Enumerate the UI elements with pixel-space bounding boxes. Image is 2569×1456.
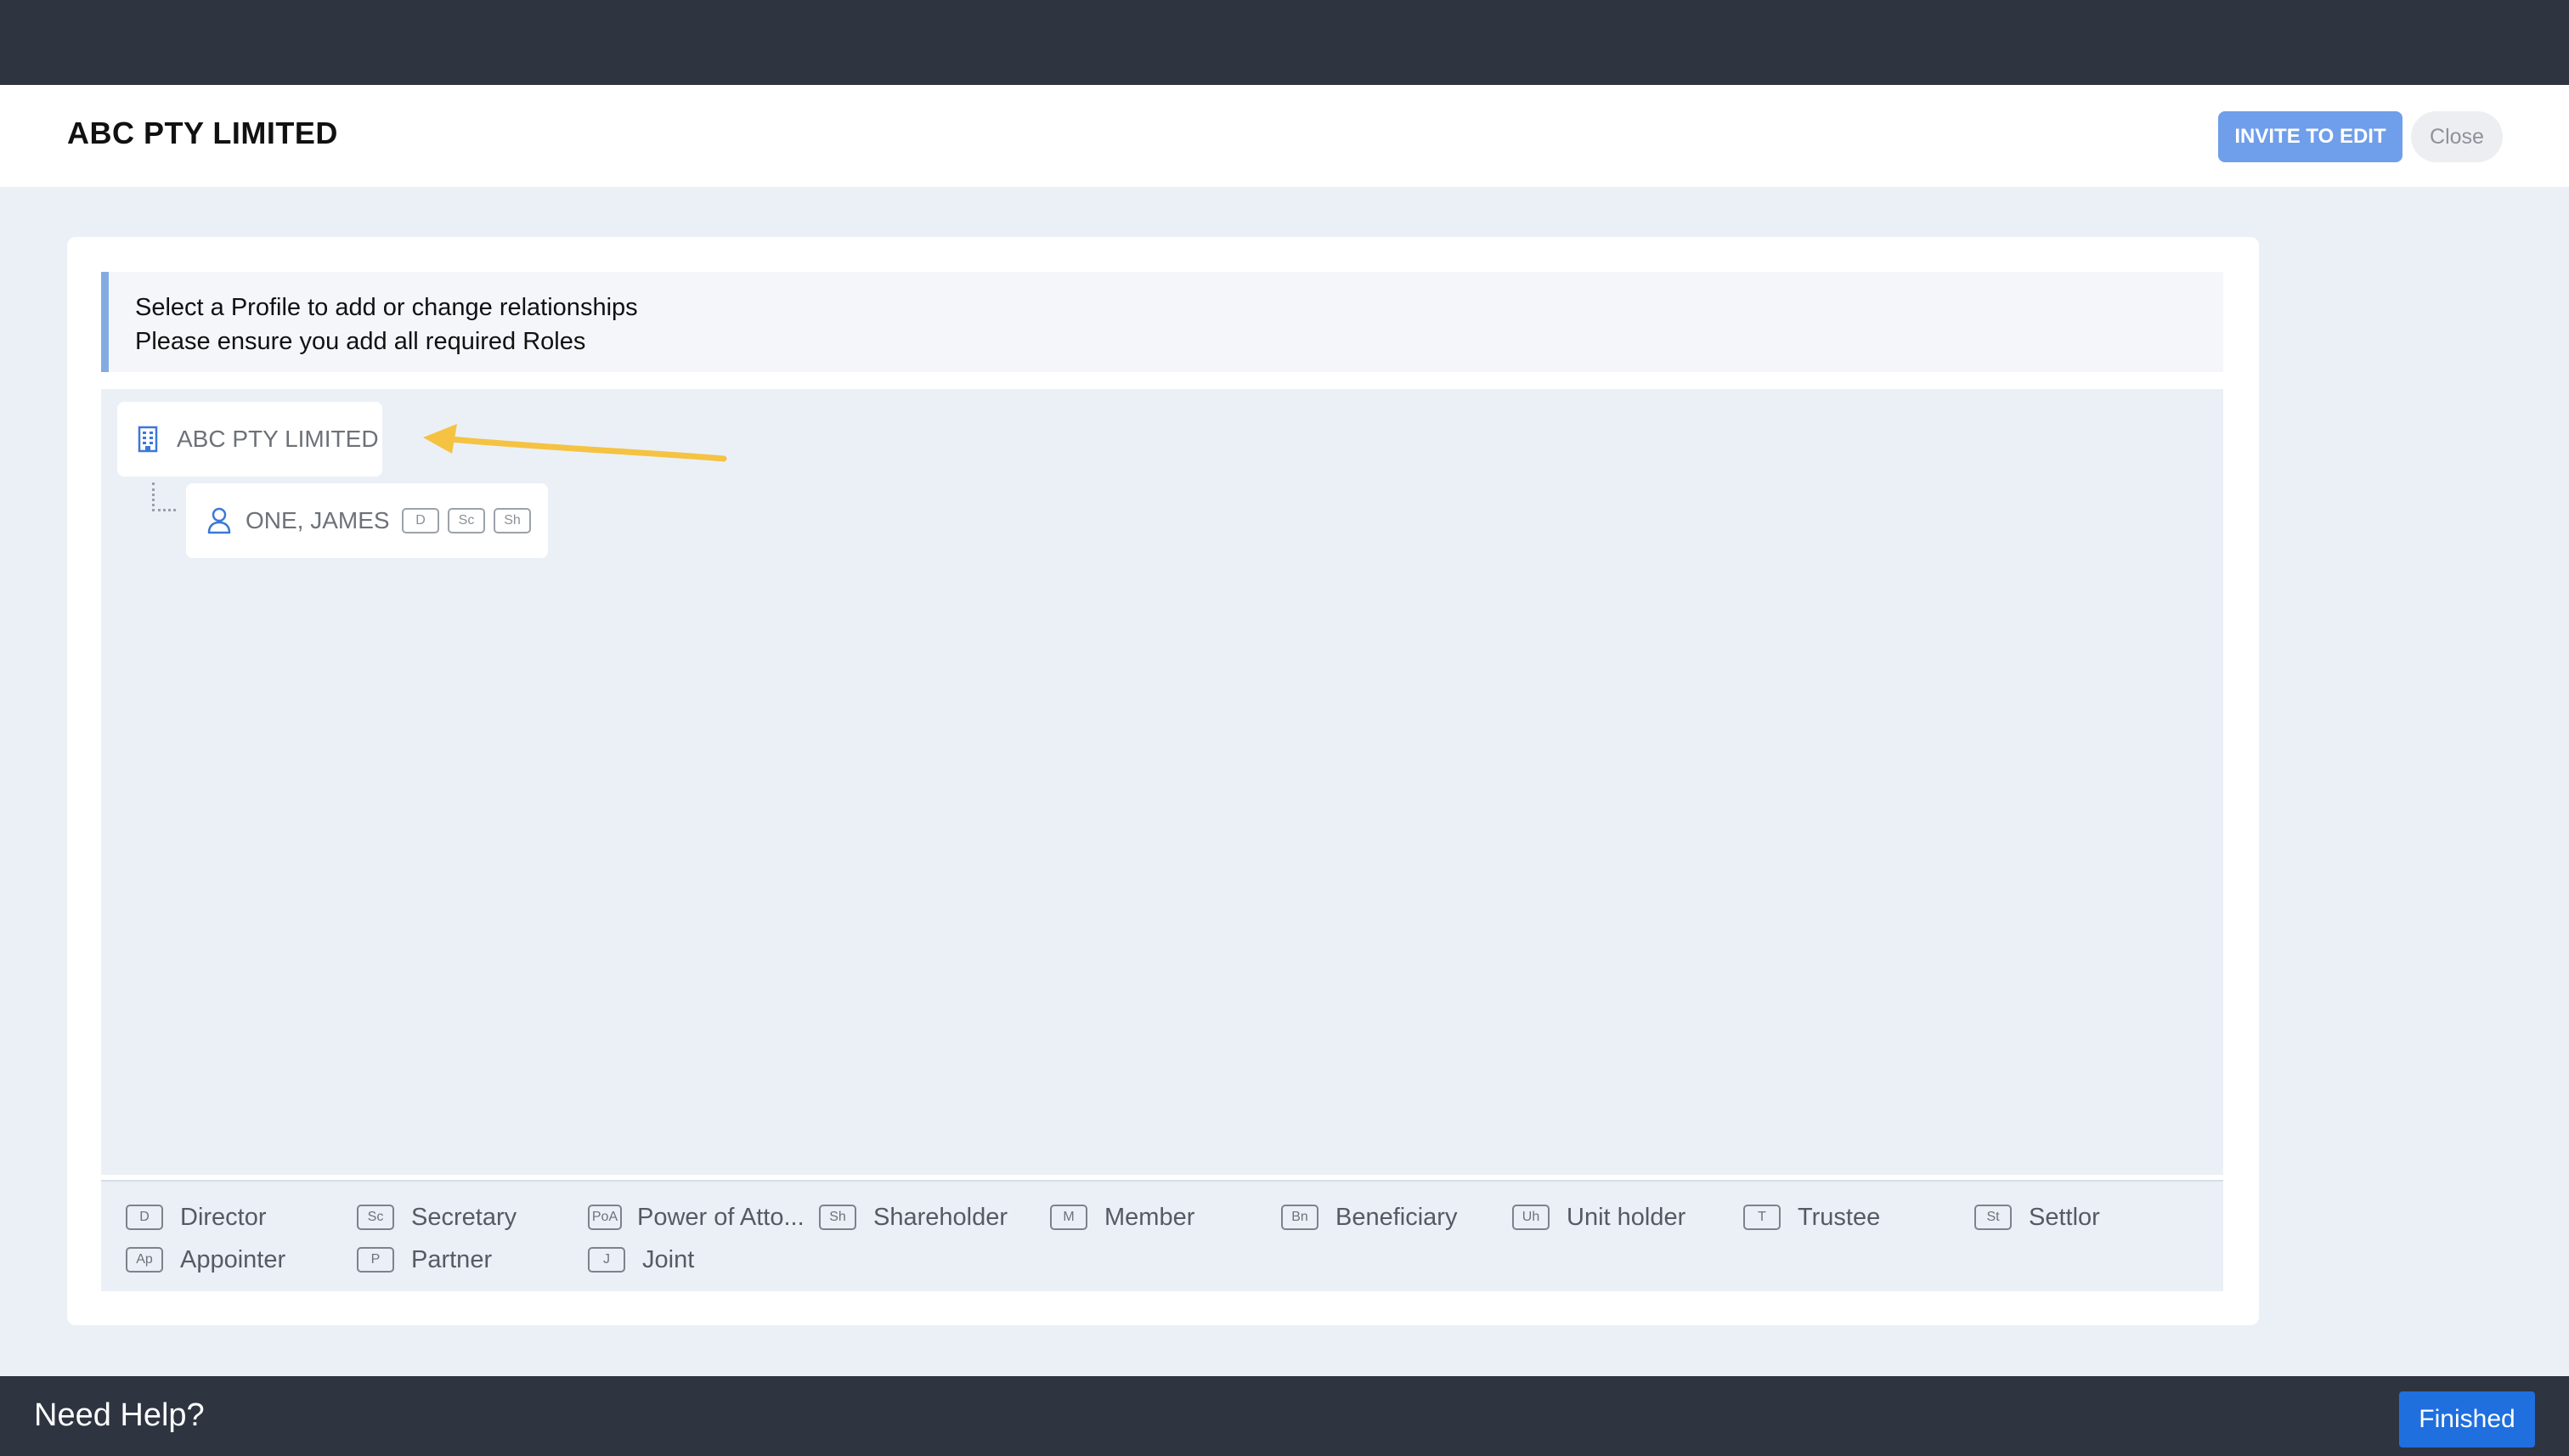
legend-item-power-of-attorney: PoA Power of Atto... [588, 1200, 805, 1234]
legend-label: Trustee [1798, 1203, 1881, 1231]
footer-bar: Need Help? Finished [0, 1376, 2569, 1456]
legend-label: Joint [642, 1245, 695, 1273]
legend-item-appointer: Ap Appointer [126, 1243, 285, 1277]
legend-label: Unit holder [1567, 1203, 1686, 1231]
legend-chip: J [588, 1247, 625, 1273]
tree-connector [152, 483, 176, 511]
legend-chip: T [1743, 1205, 1781, 1230]
tree-node-root-label: ABC PTY LIMITED [177, 426, 379, 452]
info-line-1: Select a Profile to add or change relati… [135, 294, 638, 321]
legend-chip: D [126, 1205, 163, 1230]
top-bar [0, 0, 2569, 85]
role-chip-secretary: Sc [448, 508, 485, 533]
role-chip-shareholder: Sh [494, 508, 531, 533]
legend-label: Member [1104, 1203, 1195, 1231]
legend-item-secretary: Sc Secretary [357, 1200, 517, 1234]
tree-node-child-label: ONE, JAMES [246, 507, 390, 533]
legend-chip: Ap [126, 1247, 163, 1273]
header: ABC PTY LIMITED INVITE TO EDIT Close [0, 85, 2569, 187]
legend-item-joint: J Joint [588, 1243, 694, 1277]
info-line-2: Please ensure you add all required Roles [135, 328, 586, 355]
legend-label: Secretary [411, 1203, 517, 1231]
tree-node-child[interactable]: ONE, JAMES D Sc Sh [186, 483, 548, 558]
finished-button[interactable]: Finished [2399, 1391, 2535, 1448]
legend-item-beneficiary: Bn Beneficiary [1281, 1200, 1457, 1234]
legend-label: Partner [411, 1245, 493, 1273]
legend-label: Power of Atto... [637, 1203, 805, 1231]
building-icon [138, 426, 158, 453]
legend-item-trustee: T Trustee [1743, 1200, 1880, 1234]
legend-item-member: M Member [1050, 1200, 1194, 1234]
relationships-card: Select a Profile to add or change relati… [67, 237, 2259, 1325]
legend-item-unit-holder: Uh Unit holder [1512, 1200, 1685, 1234]
roles-legend: D Director Sc Secretary PoA Power of Att… [101, 1180, 2223, 1291]
relationship-tree: ABC PTY LIMITED ONE, JAMES D Sc Sh [101, 389, 2223, 1175]
legend-chip: PoA [588, 1205, 622, 1230]
legend-label: Settlor [2029, 1203, 2100, 1231]
invite-to-edit-button[interactable]: INVITE TO EDIT [2218, 111, 2402, 162]
legend-chip: Sh [819, 1205, 856, 1230]
legend-chip: St [1974, 1205, 2012, 1230]
legend-label: Shareholder [873, 1203, 1008, 1231]
legend-label: Appointer [180, 1245, 286, 1273]
info-callout: Select a Profile to add or change relati… [101, 272, 2223, 372]
page-title: ABC PTY LIMITED [67, 116, 338, 150]
legend-chip: Bn [1281, 1205, 1318, 1230]
legend-chip: Uh [1512, 1205, 1550, 1230]
legend-item-settlor: St Settlor [1974, 1200, 2100, 1234]
legend-chip: P [357, 1247, 394, 1273]
close-button[interactable]: Close [2411, 111, 2503, 162]
legend-label: Director [180, 1203, 267, 1231]
legend-item-partner: P Partner [357, 1243, 492, 1277]
need-help-link[interactable]: Need Help? [34, 1397, 205, 1434]
tree-node-root[interactable]: ABC PTY LIMITED [117, 402, 382, 477]
legend-label: Beneficiary [1335, 1203, 1458, 1231]
person-icon [206, 507, 232, 534]
legend-chip: Sc [357, 1205, 394, 1230]
legend-item-director: D Director [126, 1200, 267, 1234]
legend-chip: M [1050, 1205, 1087, 1230]
role-chip-director: D [402, 508, 439, 533]
legend-item-shareholder: Sh Shareholder [819, 1200, 1008, 1234]
annotation-arrow [423, 424, 727, 462]
